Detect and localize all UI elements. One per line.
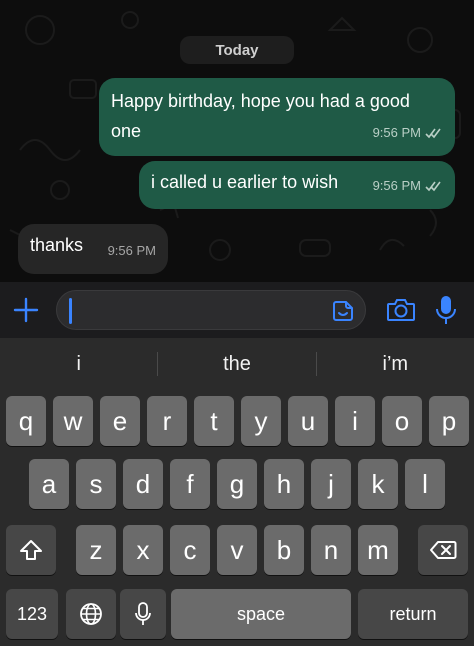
- dictation-key[interactable]: [120, 589, 166, 639]
- keyboard: i the i’m q w e r t y u i o p a s d f g …: [0, 338, 474, 646]
- text-caret: [69, 298, 72, 324]
- date-label: Today: [215, 41, 259, 59]
- message-time: 9:56 PM: [372, 178, 421, 193]
- globe-key[interactable]: [66, 589, 116, 639]
- key-x[interactable]: x: [123, 525, 163, 575]
- globe-icon: [80, 603, 102, 625]
- message-meta: 9:56 PM: [373, 171, 443, 201]
- key-f[interactable]: f: [170, 459, 210, 509]
- key-j[interactable]: j: [311, 459, 351, 509]
- key-n[interactable]: n: [311, 525, 351, 575]
- camera-icon[interactable]: [386, 296, 416, 324]
- plus-icon[interactable]: [12, 296, 40, 324]
- message-text: i called u earlier to wish: [151, 172, 339, 192]
- message-input-bar: [0, 282, 474, 338]
- suggestion-bar: i the i’m: [0, 338, 474, 390]
- key-l[interactable]: l: [405, 459, 445, 509]
- key-u[interactable]: u: [288, 396, 328, 446]
- key-s[interactable]: s: [76, 459, 116, 509]
- key-c[interactable]: c: [170, 525, 210, 575]
- chat-area[interactable]: Today Happy birthday, hope you had a goo…: [0, 0, 474, 282]
- key-w[interactable]: w: [53, 396, 93, 446]
- key-k[interactable]: k: [358, 459, 398, 509]
- numbers-key[interactable]: 123: [6, 589, 58, 639]
- key-r[interactable]: r: [147, 396, 187, 446]
- key-y[interactable]: y: [241, 396, 281, 446]
- message-text: thanks: [30, 235, 84, 255]
- read-receipt-icon: [425, 128, 441, 139]
- key-q[interactable]: q: [6, 396, 46, 446]
- key-z[interactable]: z: [76, 525, 116, 575]
- key-p[interactable]: p: [429, 396, 469, 446]
- message-bubble-incoming[interactable]: thanks 9:56 PM: [18, 224, 168, 274]
- key-g[interactable]: g: [217, 459, 257, 509]
- dictation-mic-icon: [135, 602, 151, 625]
- message-text: Happy birthday, hope you had a good: [111, 91, 410, 111]
- message-meta: 9:56 PM: [108, 236, 156, 266]
- return-key[interactable]: return: [358, 589, 468, 639]
- message-time: 9:56 PM: [107, 243, 156, 258]
- suggestion-item[interactable]: i’m: [317, 338, 474, 390]
- message-bubble-outgoing[interactable]: Happy birthday, hope you had a good one …: [99, 78, 455, 156]
- key-i[interactable]: i: [335, 396, 375, 446]
- suggestion-item[interactable]: i: [0, 338, 157, 390]
- microphone-icon[interactable]: [434, 294, 458, 326]
- key-d[interactable]: d: [123, 459, 163, 509]
- message-time: 9:56 PM: [372, 125, 421, 140]
- message-bubble-outgoing[interactable]: i called u earlier to wish 9:56 PM: [139, 161, 455, 209]
- date-separator: Today: [180, 36, 294, 64]
- space-key[interactable]: space: [171, 589, 351, 639]
- message-meta: 9:56 PM: [373, 118, 443, 148]
- key-e[interactable]: e: [100, 396, 140, 446]
- message-input[interactable]: [56, 290, 366, 330]
- key-h[interactable]: h: [264, 459, 304, 509]
- key-o[interactable]: o: [382, 396, 422, 446]
- sticker-icon[interactable]: [331, 299, 355, 323]
- shift-key[interactable]: [6, 525, 56, 575]
- key-b[interactable]: b: [264, 525, 304, 575]
- shift-icon: [20, 540, 42, 560]
- key-v[interactable]: v: [217, 525, 257, 575]
- key-m[interactable]: m: [358, 525, 398, 575]
- key-t[interactable]: t: [194, 396, 234, 446]
- key-a[interactable]: a: [29, 459, 69, 509]
- backspace-icon: [430, 541, 457, 559]
- backspace-key[interactable]: [418, 525, 468, 575]
- read-receipt-icon: [425, 181, 441, 192]
- suggestion-item[interactable]: the: [158, 338, 315, 390]
- message-text: one: [111, 121, 142, 141]
